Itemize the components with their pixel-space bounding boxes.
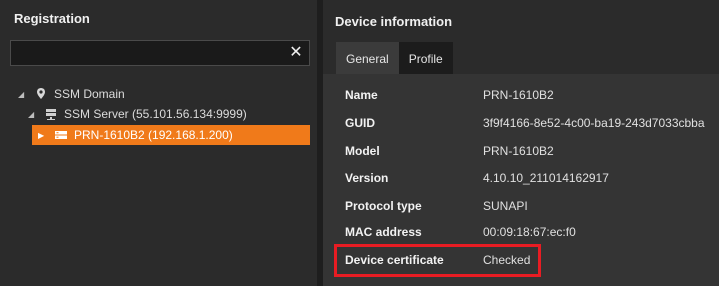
field-value: PRN-1610B2 (483, 144, 554, 158)
info-row-protocol-type: Protocol type SUNAPI (345, 196, 528, 216)
close-icon[interactable]: ✕ (287, 43, 305, 63)
field-value: SUNAPI (483, 199, 528, 213)
info-row-version: Version 4.10.10_211014162917 (345, 168, 609, 188)
info-row-guid: GUID 3f9f4166-8e52-4c00-ba19-243d7033cbb… (345, 113, 705, 133)
registration-title: Registration (14, 11, 90, 26)
tab-bar: General Profile (336, 42, 453, 74)
tree-node-ssm-server[interactable]: ◢ SSM Server (55.101.56.134:9999) (28, 104, 247, 124)
tree-node-label: PRN-1610B2 (192.168.1.200) (74, 128, 233, 142)
field-label: Version (345, 171, 389, 185)
device-icon (54, 128, 68, 142)
field-value: 4.10.10_211014162917 (483, 171, 609, 185)
tree-node-ssm-domain[interactable]: ◢ SSM Domain (18, 84, 125, 104)
field-label: Name (345, 88, 378, 102)
field-label: GUID (345, 116, 375, 130)
tab-general[interactable]: General (336, 42, 399, 74)
registration-panel: Registration ✕ ◢ SSM Domain ◢ SSM Server… (0, 0, 317, 286)
expand-arrow-icon[interactable]: ◢ (28, 110, 38, 119)
info-row-name: Name PRN-1610B2 (345, 85, 554, 105)
expand-arrow-icon[interactable]: ◢ (18, 90, 28, 99)
field-value: 00:09:18:67:ec:f0 (483, 225, 576, 239)
field-label: Model (345, 144, 380, 158)
search-input[interactable]: ✕ (10, 40, 310, 66)
field-label: MAC address (345, 225, 422, 239)
tree-node-label: SSM Server (55.101.56.134:9999) (64, 107, 247, 121)
tab-profile[interactable]: Profile (398, 42, 453, 74)
info-row-mac-address: MAC address 00:09:18:67:ec:f0 (345, 222, 576, 242)
tree-node-device-selected[interactable]: ▶ PRN-1610B2 (192.168.1.200) (32, 125, 310, 145)
device-certificate-highlight (334, 244, 541, 277)
tree-node-label: SSM Domain (54, 87, 125, 101)
server-icon (44, 107, 58, 121)
field-value: PRN-1610B2 (483, 88, 554, 102)
info-row-model: Model PRN-1610B2 (345, 141, 554, 161)
field-label: Protocol type (345, 199, 422, 213)
chevron-right-icon[interactable]: ▶ (38, 131, 48, 140)
location-pin-icon (34, 87, 48, 101)
field-value: 3f9f4166-8e52-4c00-ba19-243d7033cbba (483, 116, 705, 130)
device-information-title: Device information (335, 14, 453, 29)
